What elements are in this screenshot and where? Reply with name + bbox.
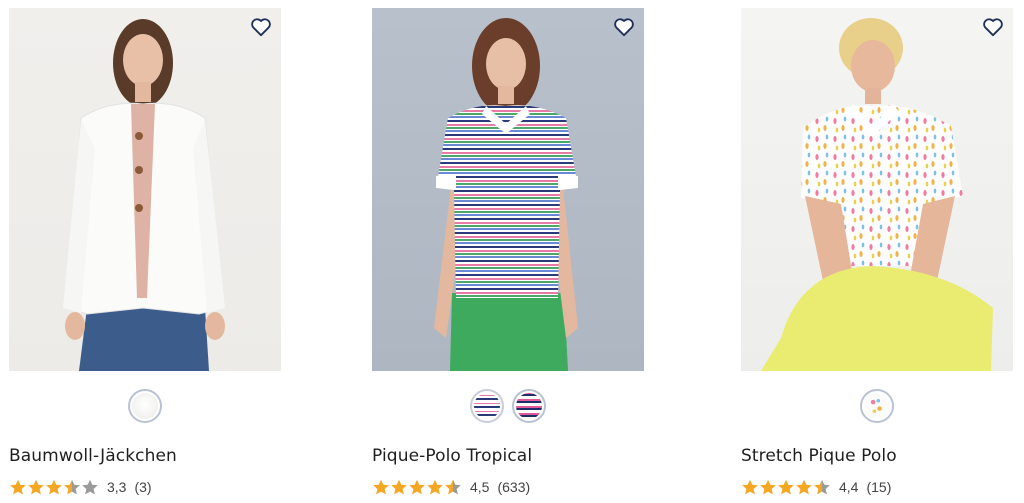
color-swatch[interactable]: [512, 389, 546, 423]
color-swatch[interactable]: [128, 389, 162, 423]
color-swatches: [741, 389, 1013, 423]
product-card[interactable]: Stretch Pique Polo 4,4 (15): [741, 8, 1013, 495]
star-full-icon: [28, 479, 44, 495]
star-full-icon: [391, 479, 407, 495]
star-half-icon: [814, 479, 830, 495]
product-title[interactable]: Stretch Pique Polo: [741, 446, 897, 466]
product-title[interactable]: Baumwoll-Jäckchen: [9, 446, 177, 466]
rating-score: 3,3: [107, 479, 127, 495]
star-full-icon: [742, 479, 758, 495]
star-full-icon: [778, 479, 794, 495]
product-rating: 4,5 (633): [372, 478, 530, 496]
star-full-icon: [409, 479, 425, 495]
star-rating: [372, 478, 462, 496]
color-swatches: [372, 389, 644, 423]
star-rating: [9, 478, 99, 496]
star-full-icon: [46, 479, 62, 495]
product-photo: [434, 18, 578, 371]
product-image[interactable]: [741, 8, 1013, 371]
star-half-icon: [445, 479, 461, 495]
product-rating: 4,4 (15): [741, 478, 891, 496]
review-count[interactable]: (3): [134, 479, 151, 495]
rating-score: 4,4: [839, 479, 859, 495]
star-full-icon: [796, 479, 812, 495]
product-rating: 3,3 (3): [9, 478, 152, 496]
star-full-icon: [427, 479, 443, 495]
star-full-icon: [373, 479, 389, 495]
wishlist-heart-icon[interactable]: [612, 15, 636, 39]
product-image[interactable]: [9, 8, 281, 371]
star-rating: [741, 478, 831, 496]
product-photo: [761, 18, 993, 371]
color-swatches: [9, 389, 281, 423]
star-empty-icon: [82, 479, 98, 495]
wishlist-heart-icon[interactable]: [249, 15, 273, 39]
product-title[interactable]: Pique-Polo Tropical: [372, 446, 532, 466]
star-full-icon: [760, 479, 776, 495]
color-swatch[interactable]: [860, 389, 894, 423]
product-card[interactable]: Baumwoll-Jäckchen 3,3 (3): [9, 8, 281, 495]
star-full-icon: [10, 479, 26, 495]
product-card[interactable]: Pique-Polo Tropical 4,5 (633): [372, 8, 644, 495]
star-half-icon: [64, 479, 80, 495]
color-swatch[interactable]: [470, 389, 504, 423]
wishlist-heart-icon[interactable]: [981, 15, 1005, 39]
rating-score: 4,5: [470, 479, 490, 495]
review-count[interactable]: (633): [497, 479, 530, 495]
product-photo: [63, 19, 225, 371]
review-count[interactable]: (15): [866, 479, 891, 495]
product-image[interactable]: [372, 8, 644, 371]
